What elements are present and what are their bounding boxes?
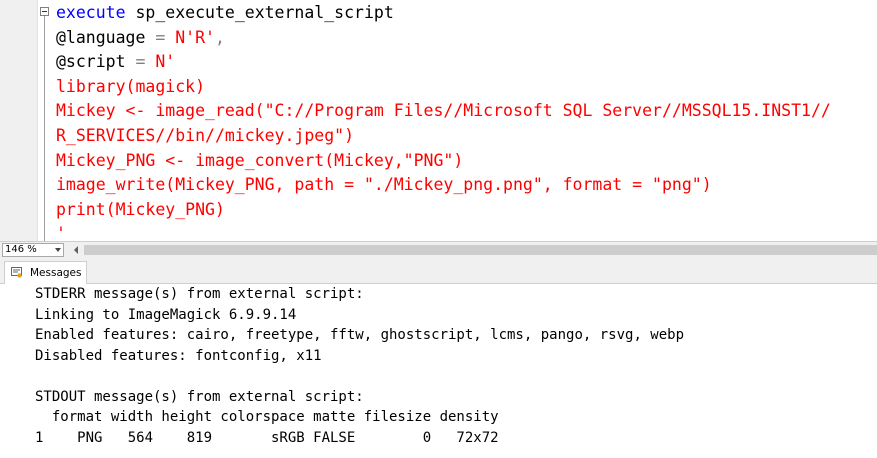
code-token: R_SERVICES//bin//mickey.jpeg")	[56, 126, 355, 145]
tab-messages[interactable]: Messages	[4, 261, 87, 284]
code-token: sp_execute_external_script	[135, 3, 394, 22]
results-tab-strip: Messages	[0, 258, 877, 284]
code-line[interactable]: library(magick)	[56, 75, 205, 99]
tab-messages-label: Messages	[30, 267, 82, 279]
message-line: STDERR message(s) from external script:	[35, 286, 364, 302]
code-token: Mickey_PNG <- image_convert(Mickey,"PNG"…	[56, 150, 464, 170]
code-line[interactable]: Mickey_PNG <- image_convert(Mickey,"PNG"…	[56, 149, 463, 173]
code-token: =	[125, 52, 156, 72]
message-line: Disabled features: fontconfig, x11	[35, 347, 322, 364]
code-token: print(Mickey_PNG)	[56, 199, 225, 219]
message-line: Enabled features: cairo, freetype, fftw,…	[35, 327, 685, 343]
code-token: =	[145, 27, 176, 47]
code-line[interactable]: @script = N'	[56, 50, 175, 74]
code-line[interactable]: '	[56, 222, 66, 241]
scrollbar-thumb[interactable]	[84, 245, 877, 255]
code-line[interactable]: Mickey <- image_read("C://Program Files/…	[56, 99, 831, 123]
code-token: image_write(Mickey_PNG, path = "./Mickey…	[56, 175, 712, 195]
message-line: 1 PNG 564 819 sRGB FALSE 0 72x72	[35, 429, 499, 446]
query-editor[interactable]: execute sp_execute_external_script @langu…	[0, 0, 877, 241]
editor-gutter	[0, 0, 37, 241]
messages-icon	[11, 267, 22, 278]
code-token: Mickey <- image_read("C://Program Files/…	[56, 101, 831, 121]
code-line[interactable]: execute sp_execute_external_script	[56, 1, 394, 25]
horizontal-scrollbar[interactable]	[68, 243, 877, 257]
code-token: @script	[56, 52, 126, 72]
message-line: Linking to ImageMagick 6.9.9.14	[35, 306, 297, 323]
collapse-region-icon[interactable]	[40, 7, 49, 16]
gutter-divider	[37, 0, 38, 241]
outline-fold-line	[44, 16, 45, 241]
code-token: ,	[214, 27, 225, 47]
message-line: format width height colorspace matte fil…	[35, 409, 499, 425]
code-token: library(magick)	[56, 76, 206, 96]
zoom-dropdown[interactable]: 146 %	[2, 243, 64, 257]
message-line: STDOUT message(s) from external script:	[35, 388, 364, 405]
code-token: N'R'	[175, 27, 215, 47]
messages-pane[interactable]: STDERR message(s) from external script: L…	[0, 284, 877, 458]
scroll-left-icon[interactable]	[74, 246, 78, 254]
code-token: @language	[56, 27, 146, 47]
code-line[interactable]: image_write(Mickey_PNG, path = "./Mickey…	[56, 173, 712, 197]
zoom-value: 146 %	[5, 244, 37, 255]
code-token: '	[56, 224, 66, 241]
chevron-down-icon	[55, 248, 61, 252]
code-token: N'	[155, 52, 176, 72]
editor-status-bar: 146 %	[0, 241, 877, 258]
code-line[interactable]: R_SERVICES//bin//mickey.jpeg")	[56, 124, 354, 148]
code-line[interactable]: @language = N'R',	[56, 26, 225, 50]
code-token: execute	[56, 3, 126, 22]
code-line[interactable]: print(Mickey_PNG)	[56, 198, 225, 222]
